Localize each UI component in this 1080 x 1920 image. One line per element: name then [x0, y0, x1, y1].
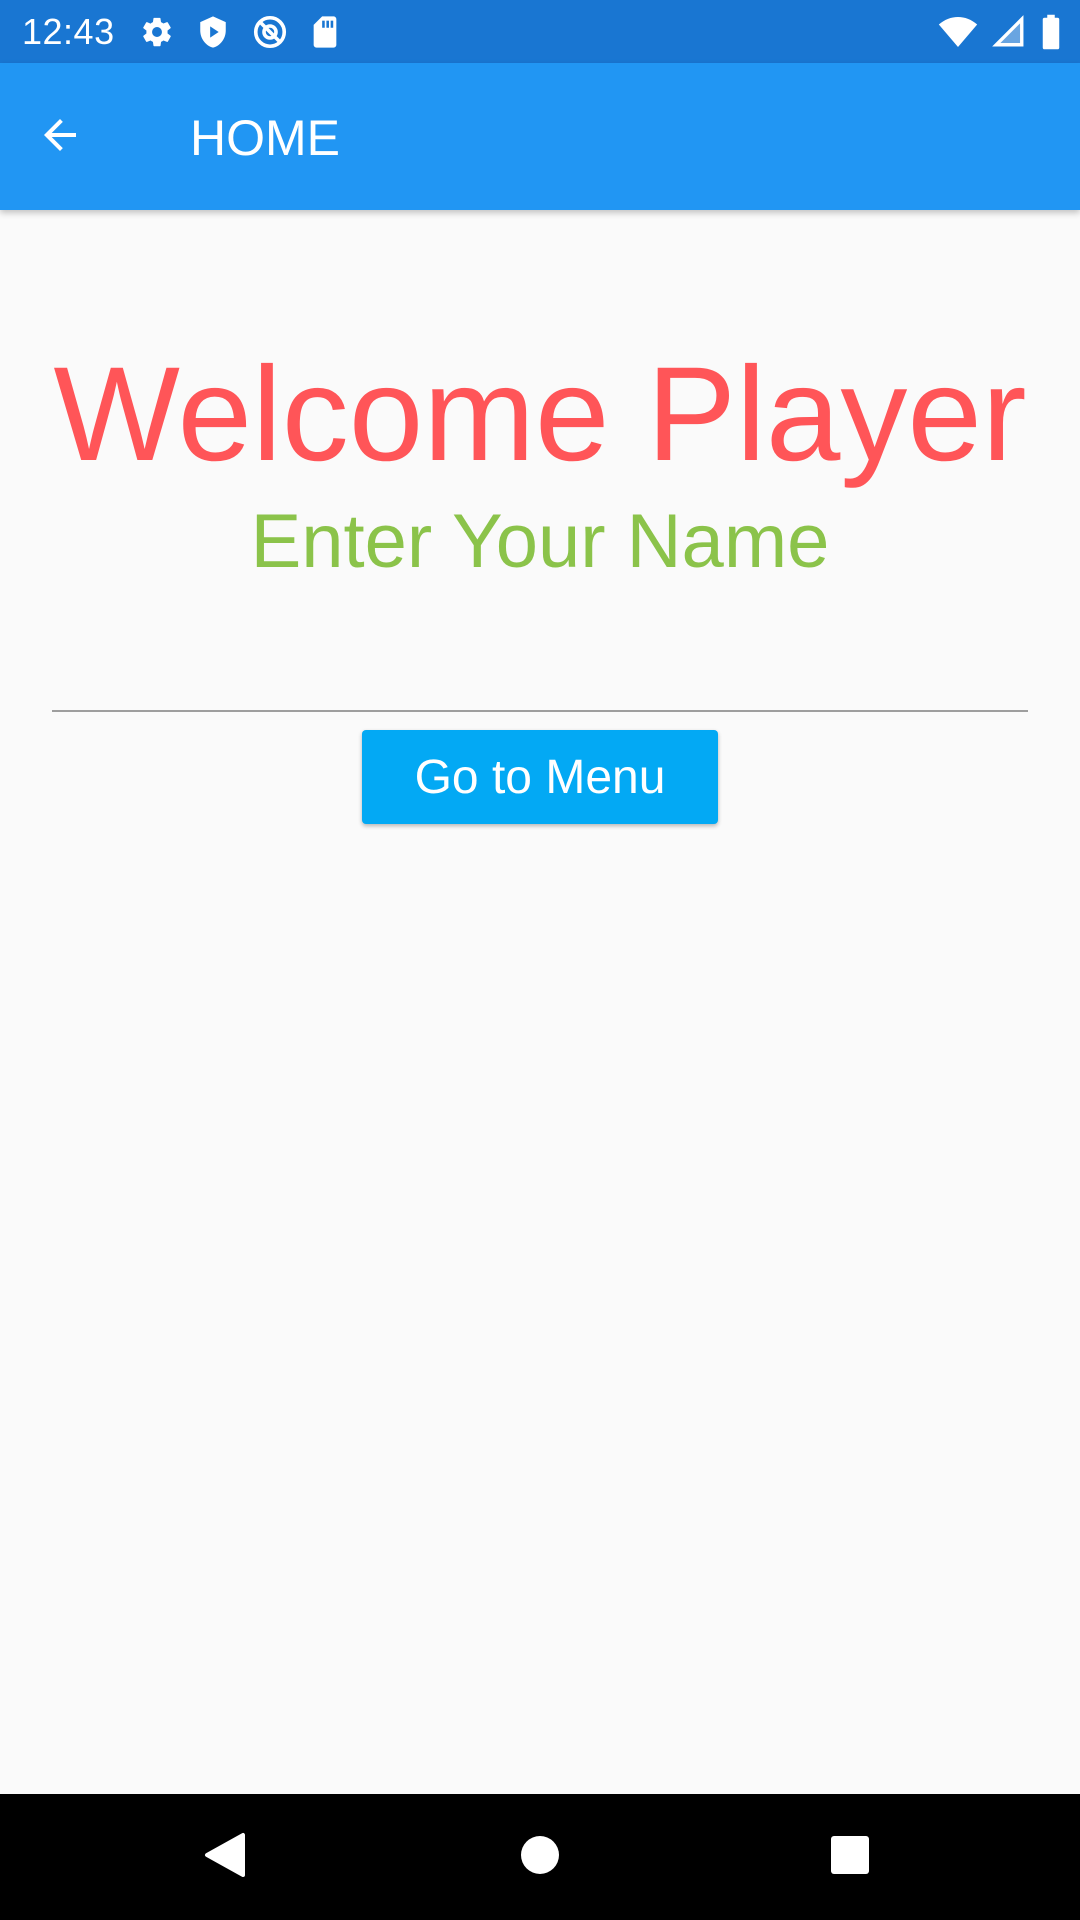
- page-title: HOME: [190, 110, 340, 166]
- sd-card-icon: [310, 15, 340, 49]
- player-name-input[interactable]: [52, 640, 1028, 712]
- cell-signal-icon: [992, 15, 1026, 49]
- shield-play-icon: [196, 15, 230, 49]
- nav-home-icon: [520, 1835, 560, 1880]
- settings-icon: [140, 15, 174, 49]
- nav-back-icon: [203, 1831, 247, 1884]
- nav-recents-button[interactable]: [815, 1822, 885, 1892]
- back-button[interactable]: [26, 103, 94, 171]
- enter-name-label: Enter Your Name: [250, 499, 830, 584]
- nav-back-button[interactable]: [190, 1822, 260, 1892]
- at-sign-icon: [252, 14, 288, 50]
- status-icons-left: [140, 12, 340, 52]
- welcome-heading: Welcome Player: [53, 340, 1027, 489]
- app-bar: HOME: [0, 63, 1080, 210]
- go-to-menu-button[interactable]: Go to Menu: [362, 730, 718, 824]
- system-nav-bar: [0, 1794, 1080, 1920]
- status-time: 12:43: [22, 11, 115, 52]
- status-icons-right: [938, 12, 1062, 52]
- status-bar: 12:43: [0, 0, 1080, 63]
- arrow-back-icon: [36, 111, 84, 164]
- nav-recents-icon: [830, 1835, 870, 1880]
- nav-home-button[interactable]: [505, 1822, 575, 1892]
- wifi-icon: [938, 15, 978, 49]
- battery-icon: [1040, 14, 1062, 50]
